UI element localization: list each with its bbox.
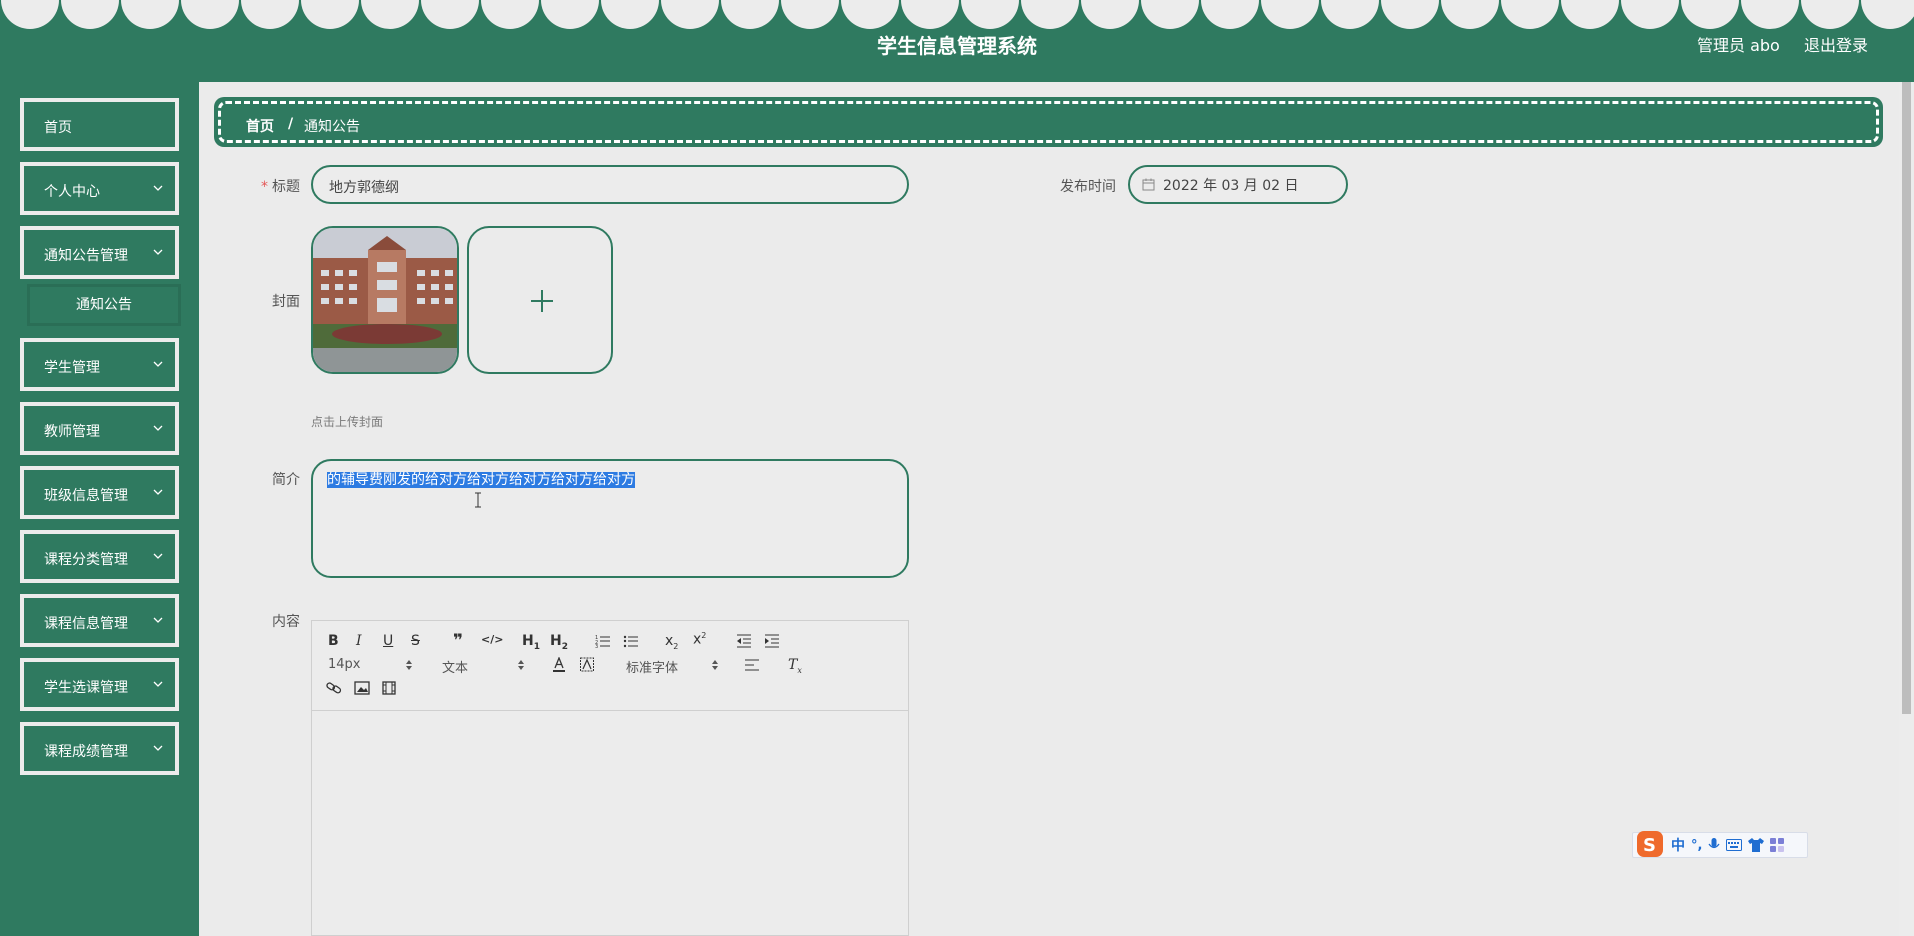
sidebar-item-students[interactable]: 学生管理 — [20, 338, 179, 391]
svg-text:3: 3 — [595, 644, 598, 648]
select-arrows-icon — [406, 660, 412, 670]
sidebar-item-label: 课程信息管理 — [44, 616, 128, 632]
superscript-button[interactable]: x2 — [693, 631, 706, 648]
sidebar-item-classes[interactable]: 班级信息管理 — [20, 466, 179, 519]
intro-textarea[interactable]: 的辅导费刚发的给对方给对方给对方给对方给对方 — [311, 459, 909, 578]
outdent-icon[interactable] — [736, 634, 752, 648]
sidebar-item-label: 通知公告管理 — [44, 248, 128, 264]
chevron-down-icon — [153, 185, 163, 191]
select-arrows-icon — [712, 660, 718, 670]
publish-date-picker[interactable]: 2022 年 03 月 02 日 — [1128, 165, 1348, 204]
calendar-icon — [1142, 178, 1155, 191]
font-color-icon[interactable] — [552, 657, 566, 673]
publish-date-value: 2022 年 03 月 02 日 — [1163, 177, 1299, 194]
cover-image[interactable] — [311, 226, 459, 374]
align-icon[interactable] — [745, 659, 759, 671]
upload-tip: 点击上传封面 — [311, 415, 384, 429]
italic-button[interactable]: I — [356, 633, 362, 649]
required-asterisk: * — [261, 179, 268, 195]
sidebar-item-course-categories[interactable]: 课程分类管理 — [20, 530, 179, 583]
sidebar-item-label: 课程分类管理 — [44, 552, 128, 568]
sidebar-item-profile[interactable]: 个人中心 — [20, 162, 179, 215]
font-size-select[interactable]: 14px — [328, 657, 412, 672]
title-input[interactable]: 地方郭德纲 — [311, 165, 909, 204]
intro-text: 的辅导费刚发的给对方给对方给对方给对方给对方 — [327, 472, 635, 488]
clear-format-button[interactable]: Tx — [788, 657, 802, 675]
upload-cover-button[interactable] — [467, 226, 613, 374]
editor-content-area[interactable] — [312, 711, 908, 936]
intro-label: 简介 — [272, 472, 300, 488]
heading1-button[interactable]: H1 — [522, 633, 540, 652]
breadcrumb: 首页 / 通知公告 — [214, 97, 1883, 147]
sidebar-item-home[interactable]: 首页 — [20, 98, 179, 151]
sidebar-item-courses[interactable]: 课程信息管理 — [20, 594, 179, 647]
sidebar-item-label: 教师管理 — [44, 424, 100, 440]
text-cursor-icon — [475, 492, 481, 508]
image-icon[interactable] — [354, 681, 370, 695]
sidebar-item-label: 个人中心 — [44, 184, 100, 200]
chevron-down-icon — [153, 361, 163, 367]
sidebar-item-teachers[interactable]: 教师管理 — [20, 402, 179, 455]
underline-button[interactable]: U — [383, 633, 393, 649]
editor-toolbar: B I U S ❞ </> H1 H2 123 x2 x2 14px 文本 标准… — [312, 621, 908, 711]
publish-time-label: 发布时间 — [1060, 179, 1116, 195]
subscript-button[interactable]: x2 — [665, 633, 678, 651]
code-block-button[interactable]: </> — [481, 633, 503, 646]
logout-link[interactable]: 退出登录 — [1804, 32, 1868, 56]
toolbox-icon[interactable] — [1770, 838, 1785, 852]
current-user: 管理员 abo — [1697, 36, 1780, 55]
sidebar-item-label: 学生选课管理 — [44, 680, 128, 696]
chevron-down-icon — [153, 553, 163, 559]
chevron-down-icon — [153, 425, 163, 431]
sidebar-item-label: 课程成绩管理 — [44, 744, 128, 760]
indent-icon[interactable] — [764, 634, 780, 648]
cover-label: 封面 — [272, 294, 300, 310]
ime-punctuation-icon[interactable]: °, — [1691, 838, 1702, 853]
chevron-down-icon — [153, 681, 163, 687]
chevron-down-icon — [153, 249, 163, 255]
ime-chinese-mode[interactable]: 中 — [1671, 835, 1685, 855]
ime-toolbar[interactable]: S 中 °, — [1632, 831, 1808, 858]
video-icon[interactable] — [382, 681, 396, 695]
svg-text:S: S — [1643, 835, 1656, 856]
background-color-icon[interactable] — [580, 657, 594, 673]
chevron-down-icon — [153, 489, 163, 495]
heading2-button[interactable]: H2 — [550, 633, 568, 652]
top-header: 学生信息管理系统 管理员 abo 退出登录 — [0, 0, 1914, 82]
sogou-logo-icon: S — [1637, 831, 1663, 857]
campus-building-photo — [313, 228, 457, 372]
sidebar-item-label: 班级信息管理 — [44, 488, 128, 504]
bullet-list-icon[interactable] — [623, 634, 639, 648]
check-badge-icon — [445, 228, 457, 240]
keyboard-icon[interactable] — [1726, 839, 1743, 851]
sidebar-item-label: 首页 — [44, 120, 72, 136]
link-icon[interactable] — [326, 681, 342, 695]
chevron-down-icon — [153, 617, 163, 623]
scrollbar-thumb[interactable] — [1902, 82, 1911, 714]
title-label: * 标题 — [261, 179, 300, 195]
blockquote-button[interactable]: ❞ — [453, 631, 463, 651]
breadcrumb-separator: / — [288, 116, 294, 132]
chevron-down-icon — [153, 745, 163, 751]
skin-icon[interactable] — [1748, 838, 1765, 852]
font-family-select[interactable]: 标准字体 — [626, 657, 718, 676]
breadcrumb-current: 通知公告 — [304, 119, 360, 135]
app-title: 学生信息管理系统 — [877, 34, 1037, 58]
rich-text-editor: B I U S ❞ </> H1 H2 123 x2 x2 14px 文本 标准… — [311, 620, 909, 936]
ordered-list-icon[interactable]: 123 — [595, 634, 611, 648]
sidebar-item-course-selection[interactable]: 学生选课管理 — [20, 658, 179, 711]
bold-button[interactable]: B — [328, 633, 339, 649]
select-arrows-icon — [518, 660, 524, 670]
breadcrumb-home[interactable]: 首页 — [246, 116, 274, 136]
sidebar-subitem-notice[interactable]: 通知公告 — [27, 284, 181, 326]
strike-button[interactable]: S — [411, 633, 420, 649]
page-scrollbar[interactable] — [1899, 82, 1914, 936]
paragraph-select[interactable]: 文本 — [442, 657, 524, 676]
sidebar: 首页 个人中心 通知公告管理 通知公告 学生管理 教师管理 班级信息管理 课程分… — [0, 82, 199, 936]
sidebar-item-grades[interactable]: 课程成绩管理 — [20, 722, 179, 775]
sidebar-item-label: 学生管理 — [44, 360, 100, 376]
microphone-icon[interactable] — [1708, 838, 1720, 852]
content-label: 内容 — [272, 614, 300, 630]
sidebar-item-notice-management[interactable]: 通知公告管理 — [20, 226, 179, 279]
